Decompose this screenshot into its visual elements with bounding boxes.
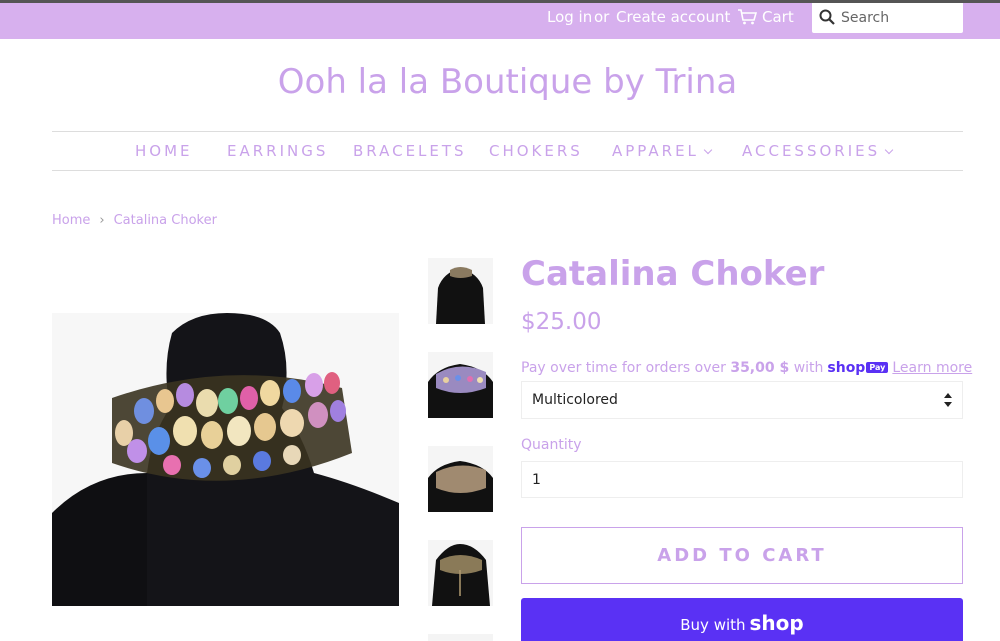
learn-more-link[interactable]: Learn more <box>892 360 972 376</box>
buy-with-label: Buy with <box>680 616 746 634</box>
nav-item-chokers[interactable]: CHOKERS <box>489 142 583 160</box>
variant-value: Multicolored <box>532 392 618 408</box>
shop-pay-wordmark: shop <box>749 611 804 635</box>
thumbnail-image <box>428 540 493 606</box>
top-bar: Log in or Create account Cart <box>0 0 1000 39</box>
nav-item-label: EARRINGS <box>227 142 329 160</box>
quantity-label: Quantity <box>521 437 582 453</box>
nav-item-bracelets[interactable]: BRACELETS <box>353 142 467 160</box>
store-logo[interactable]: Ooh la la Boutique by Trina <box>0 62 1000 102</box>
breadcrumb-separator: › <box>99 213 105 228</box>
nav-item-earrings[interactable]: EARRINGS <box>227 142 328 160</box>
thumbnail-image <box>428 352 493 418</box>
search-icon[interactable] <box>819 9 835 25</box>
thumbnail-3[interactable] <box>428 446 493 512</box>
installments-with: with <box>793 360 824 376</box>
thumbnail-5[interactable] <box>428 634 493 641</box>
search-input[interactable] <box>841 7 959 29</box>
thumbnail-1[interactable] <box>428 258 493 324</box>
add-to-cart-button[interactable]: ADD TO CART <box>521 527 963 584</box>
variant-select[interactable]: Multicolored <box>521 381 963 419</box>
breadcrumb: Home › Catalina Choker <box>52 213 217 228</box>
buy-with-shop-pay-button[interactable]: Buy with shop <box>521 598 963 641</box>
product-price: $25.00 <box>521 309 602 335</box>
cart-link[interactable]: Cart <box>762 8 794 26</box>
breadcrumb-current: Catalina Choker <box>113 213 217 228</box>
cart-icon[interactable] <box>737 9 757 25</box>
quantity-value: 1 <box>532 472 541 488</box>
nav-item-label: BRACELETS <box>353 142 467 160</box>
quantity-input[interactable]: 1 <box>521 461 963 498</box>
nav-item-label: ACCESSORIES <box>742 142 881 160</box>
login-link[interactable]: Log in <box>547 8 592 26</box>
shop-pay-word: shop <box>827 360 866 376</box>
chevron-down-icon <box>703 145 713 155</box>
thumbnail-image <box>428 446 493 512</box>
installments-amount: 35,00 $ <box>730 360 790 376</box>
nav-item-apparel[interactable]: APPAREL <box>612 142 713 160</box>
nav-item-home[interactable]: HOME <box>135 142 193 160</box>
shop-pay-badge: Pay <box>866 362 889 373</box>
nav-item-label: APPAREL <box>612 142 699 160</box>
nav-item-label: CHOKERS <box>489 142 583 160</box>
product-title: Catalina Choker <box>521 254 825 294</box>
installments-message: Pay over time for orders over 35,00 $ wi… <box>521 360 972 376</box>
product-main-image[interactable] <box>52 313 399 606</box>
shop-pay-logo: shop Pay <box>827 360 889 376</box>
nav-item-label: HOME <box>135 142 193 160</box>
thumbnail-image <box>428 258 493 324</box>
choker-photo <box>52 313 399 606</box>
thumbnail-4[interactable] <box>428 540 493 606</box>
breadcrumb-home[interactable]: Home <box>52 213 90 228</box>
chevron-down-icon <box>884 145 894 155</box>
create-account-link[interactable]: Create account <box>616 8 730 26</box>
select-arrows-icon <box>944 393 952 407</box>
installments-text: Pay over time for orders over <box>521 360 726 376</box>
search-box[interactable] <box>812 3 963 33</box>
main-nav: HOME EARRINGS BRACELETS CHOKERS APPAREL … <box>52 131 963 171</box>
nav-item-accessories[interactable]: ACCESSORIES <box>742 142 894 160</box>
thumbnail-2[interactable] <box>428 352 493 418</box>
or-text: or <box>594 8 610 26</box>
